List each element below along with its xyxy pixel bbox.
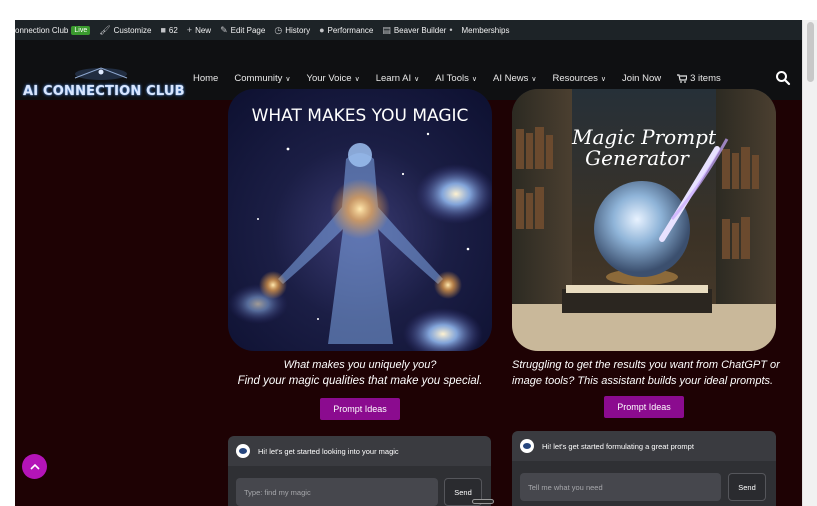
plus-icon: + xyxy=(186,25,193,35)
edit-page-label: Edit Page xyxy=(230,25,266,35)
admin-history[interactable]: ◷ History xyxy=(274,25,310,36)
nav-cart[interactable]: 3 items xyxy=(677,73,721,84)
caption-line2: image tools? This assistant builds your … xyxy=(512,375,774,387)
page-scrollbar[interactable] xyxy=(802,20,817,506)
chat-header: Hi! let's get started looking into your … xyxy=(228,436,491,466)
nav-label: Home xyxy=(193,73,219,84)
nav-join-now[interactable]: Join Now xyxy=(622,73,661,84)
site-name-label: onnection Club xyxy=(15,25,69,35)
scroll-to-top-button[interactable] xyxy=(22,454,47,479)
customize-label: Customize xyxy=(113,25,152,35)
chevron-down-icon: ∨ xyxy=(354,75,360,83)
nav-learn-ai[interactable]: Learn AI ∨ xyxy=(376,73,420,84)
crystal-ball-illustration: Magic Prompt Generator xyxy=(512,89,776,351)
nav-label: Resources xyxy=(552,73,598,84)
brush-icon: 🖌 xyxy=(99,24,111,35)
caption-line2: Find your magic qualities that make you … xyxy=(237,375,483,387)
prompt-generator-image[interactable]: Magic Prompt Generator xyxy=(512,89,776,351)
nav-label: AI News xyxy=(492,73,529,84)
cart-count: 3 items xyxy=(690,73,721,84)
card1-caption: What makes you uniquely you? Find your m… xyxy=(228,357,492,389)
main-nav: Home Community ∨ Your Voice ∨ Learn AI ∨… xyxy=(193,73,737,84)
search-icon[interactable] xyxy=(775,70,791,86)
card2-caption: Struggling to get the results you want f… xyxy=(512,357,787,389)
browser-viewport: onnection Club Live 🖌 Customize ■ 62 + N… xyxy=(15,20,802,506)
caption-line1: Struggling to get the results you want f… xyxy=(512,359,780,371)
nav-label: Learn AI xyxy=(375,73,412,84)
nav-label: Your Voice xyxy=(306,73,352,84)
chat-widget-magic: Hi! let's get started looking into your … xyxy=(228,436,491,506)
caption-line1: What makes you uniquely you? xyxy=(283,359,437,371)
performance-label: Performance xyxy=(327,25,374,35)
chevron-down-icon: ∨ xyxy=(600,75,607,83)
admin-memberships[interactable]: Memberships xyxy=(461,26,509,35)
chevron-down-icon: ∨ xyxy=(285,75,291,83)
chat-header: Hi! let's get started formulating a grea… xyxy=(512,431,776,461)
pencil-icon: ✎ xyxy=(220,24,228,35)
admin-performance[interactable]: ● Performance xyxy=(319,25,373,35)
nav-resources[interactable]: Resources ∨ xyxy=(552,73,606,84)
admin-site-name[interactable]: onnection Club Live xyxy=(15,25,91,35)
wp-admin-bar: onnection Club Live 🖌 Customize ■ 62 + N… xyxy=(15,20,802,40)
prompt-ideas-button[interactable]: Prompt Ideas xyxy=(320,398,400,420)
admin-new[interactable]: + New xyxy=(187,25,211,35)
comment-icon: ■ xyxy=(160,25,166,35)
chat-input[interactable]: Tell me what you need xyxy=(520,473,721,501)
assistant-avatar-icon xyxy=(236,444,250,458)
chat-widget-prompt: Hi! let's get started formulating a grea… xyxy=(512,431,776,506)
live-badge: Live xyxy=(71,25,91,35)
logo[interactable]: AI CONNECTION CLUB xyxy=(23,84,185,99)
clock-icon: ◷ xyxy=(274,24,283,35)
beaver-builder-indicator: • xyxy=(449,25,453,35)
nav-label: Join Now xyxy=(622,73,662,84)
chevron-down-icon: ∨ xyxy=(531,75,537,83)
admin-comments[interactable]: ■ 62 xyxy=(160,25,177,35)
performance-icon: ● xyxy=(319,25,325,35)
glowing-figure-illustration: WHAT MAKES YOU MAGIC xyxy=(228,106,492,351)
admin-customize[interactable]: 🖌 Customize xyxy=(99,25,151,36)
beaver-builder-label: Beaver Builder xyxy=(393,25,447,35)
assistant-avatar-icon xyxy=(520,439,534,453)
send-button[interactable]: Send xyxy=(728,473,766,501)
memberships-label: Memberships xyxy=(461,25,510,35)
new-label: New xyxy=(195,25,212,35)
admin-edit-page[interactable]: ✎ Edit Page xyxy=(220,25,265,36)
admin-beaver-builder[interactable]: ▤ Beaver Builder • xyxy=(382,25,452,36)
nav-label: Community xyxy=(234,73,283,84)
magic-feature-image[interactable]: WHAT MAKES YOU MAGIC xyxy=(228,89,492,351)
nav-label: AI Tools xyxy=(435,73,469,84)
resize-handle[interactable] xyxy=(472,499,494,504)
nav-home[interactable]: Home xyxy=(193,73,218,84)
chat-input[interactable]: Type: find my magic xyxy=(236,478,438,506)
comments-count: 62 xyxy=(168,25,178,35)
nav-community[interactable]: Community ∨ xyxy=(234,73,290,84)
cart-icon xyxy=(677,74,688,83)
nav-ai-tools[interactable]: AI Tools ∨ xyxy=(435,73,477,84)
history-label: History xyxy=(285,25,311,35)
chat-greeting: Hi! let's get started looking into your … xyxy=(258,446,399,456)
scrollbar-thumb[interactable] xyxy=(807,22,814,82)
builder-icon: ▤ xyxy=(382,24,391,35)
chevron-up-icon xyxy=(29,463,40,470)
chat-greeting: Hi! let's get started formulating a grea… xyxy=(542,441,694,451)
chevron-down-icon: ∨ xyxy=(471,75,477,83)
nav-ai-news[interactable]: AI News ∨ xyxy=(493,73,537,84)
image-title: WHAT MAKES YOU MAGIC xyxy=(252,106,469,126)
prompt-ideas-button[interactable]: Prompt Ideas xyxy=(604,396,684,418)
chevron-down-icon: ∨ xyxy=(414,75,420,83)
nav-your-voice[interactable]: Your Voice ∨ xyxy=(307,73,360,84)
image-title-line2: Generator xyxy=(585,146,690,170)
